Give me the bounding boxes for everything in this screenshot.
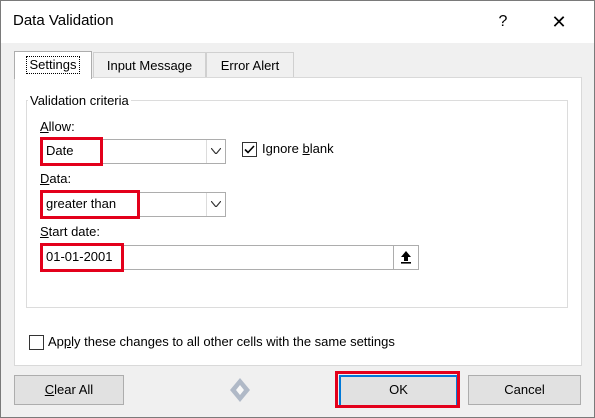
allow-label: Allow: <box>40 119 75 134</box>
allow-value: Date <box>46 143 74 158</box>
apply-all-label: Apply these changes to all other cells w… <box>48 334 395 349</box>
allow-chevron-down-icon[interactable] <box>206 140 225 163</box>
collapse-dialog-button[interactable] <box>393 246 418 269</box>
range-select-icon <box>401 251 411 264</box>
validation-criteria-label: Validation criteria <box>28 93 131 108</box>
title-bar: Data Validation ? ✕ <box>1 1 594 43</box>
start-date-field[interactable]: 01-01-2001 <box>40 245 419 270</box>
close-button[interactable]: ✕ <box>545 9 573 35</box>
cancel-button[interactable]: Cancel <box>468 375 581 405</box>
allow-dropdown[interactable]: Date <box>40 139 226 164</box>
data-validation-dialog: Data Validation ? ✕ Settings Input Messa… <box>0 0 595 418</box>
start-date-value: 01-01-2001 <box>46 249 113 264</box>
settings-panel: Validation criteria Allow: Date Ignore b… <box>14 77 582 366</box>
data-value: greater than <box>46 196 117 211</box>
tab-settings-label: Settings <box>25 56 81 74</box>
data-chevron-down-icon[interactable] <box>206 193 225 216</box>
tab-error-alert[interactable]: Error Alert <box>206 52 294 78</box>
data-dropdown[interactable]: greater than <box>40 192 226 217</box>
ignore-blank-checkbox[interactable] <box>242 142 257 157</box>
start-date-label: Start date: <box>40 224 100 239</box>
apply-all-checkbox[interactable] <box>29 335 44 350</box>
tab-settings[interactable]: Settings <box>14 51 92 79</box>
checkmark-icon <box>244 145 255 154</box>
tab-error-alert-label: Error Alert <box>220 58 280 73</box>
clear-all-button[interactable]: Clear All <box>14 375 124 405</box>
tab-input-message[interactable]: Input Message <box>93 52 206 78</box>
data-label: Data: <box>40 171 72 186</box>
ok-button[interactable]: OK <box>339 375 458 407</box>
ignore-blank-label: Ignore blank <box>262 141 334 156</box>
tab-input-message-label: Input Message <box>106 58 193 73</box>
dialog-title: Data Validation <box>13 12 114 29</box>
help-button[interactable]: ? <box>491 9 515 35</box>
